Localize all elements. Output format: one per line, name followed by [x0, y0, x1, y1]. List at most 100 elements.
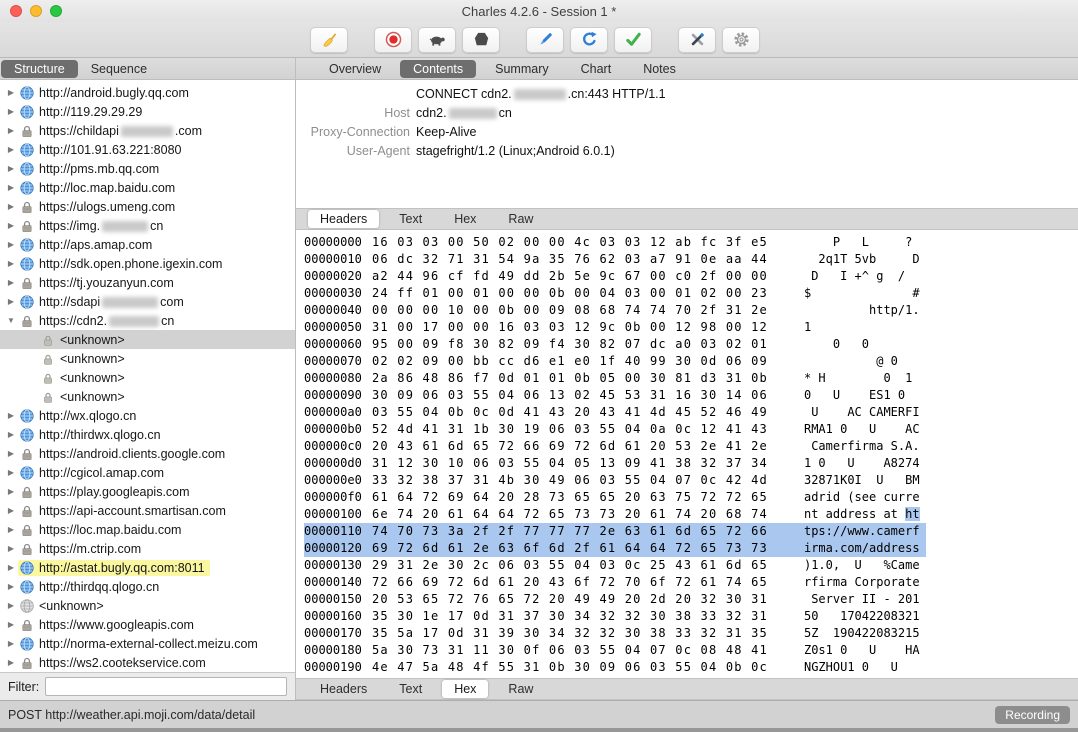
- tree-row[interactable]: ▶ https://android.clients.google.com: [0, 444, 295, 463]
- tree-row[interactable]: ▶ https://loc.map.baidu.com: [0, 520, 295, 539]
- settings-button[interactable]: [722, 26, 760, 53]
- hex-row[interactable]: 00000150 20 53 65 72 76 65 72 20 49 49 20…: [304, 591, 926, 608]
- repeat-button[interactable]: [570, 26, 608, 53]
- disclosure-open-icon[interactable]: ▼: [4, 316, 18, 325]
- disclosure-closed-icon[interactable]: ▶: [4, 582, 18, 591]
- disclosure-closed-icon[interactable]: ▶: [4, 544, 18, 553]
- hex-row[interactable]: 000000b0 52 4d 41 31 1b 30 19 06 03 55 04…: [304, 421, 926, 438]
- hex-row[interactable]: 00000000 16 03 03 00 50 02 00 00 4c 03 03…: [304, 234, 926, 251]
- hex-row[interactable]: 00000090 30 09 06 03 55 04 06 13 02 45 53…: [304, 387, 926, 404]
- filter-input[interactable]: [45, 677, 287, 696]
- tree-row[interactable]: ▶ http://aps.amap.com: [0, 235, 295, 254]
- disclosure-closed-icon[interactable]: ▶: [4, 107, 18, 116]
- tree-row[interactable]: ▶ http://android.bugly.qq.com: [0, 83, 295, 102]
- disclosure-closed-icon[interactable]: ▶: [4, 183, 18, 192]
- disclosure-closed-icon[interactable]: ▶: [4, 430, 18, 439]
- disclosure-closed-icon[interactable]: ▶: [4, 563, 18, 572]
- hex-row[interactable]: 00000020 a2 44 96 cf fd 49 dd 2b 5e 9c 67…: [304, 268, 926, 285]
- clear-session-button[interactable]: [310, 26, 348, 53]
- tree-row[interactable]: ▶ http://101.91.63.221:8080: [0, 140, 295, 159]
- tree-row[interactable]: ▶ https://play.googleapis.com: [0, 482, 295, 501]
- disclosure-closed-icon[interactable]: ▶: [4, 411, 18, 420]
- disclosure-closed-icon[interactable]: ▶: [4, 221, 18, 230]
- hex-row[interactable]: 00000060 95 00 09 f8 30 82 09 f4 30 82 07…: [304, 336, 926, 353]
- hex-row[interactable]: 00000040 00 00 00 10 00 0b 00 09 08 68 74…: [304, 302, 926, 319]
- hex-row[interactable]: 000000d0 31 12 30 10 06 03 55 04 05 13 09…: [304, 455, 926, 472]
- tree-row[interactable]: ▶ http://wx.qlogo.cn: [0, 406, 295, 425]
- hex-row[interactable]: 00000080 2a 86 48 86 f7 0d 01 01 0b 05 00…: [304, 370, 926, 387]
- tree-row[interactable]: <unknown>: [0, 349, 295, 368]
- hex-row[interactable]: 00000180 5a 30 73 31 11 30 0f 06 03 55 04…: [304, 642, 926, 659]
- tree-row[interactable]: ▶ https://img. cn: [0, 216, 295, 235]
- tree-row[interactable]: ▶ https://ws2.cootekservice.com: [0, 653, 295, 672]
- disclosure-closed-icon[interactable]: ▶: [4, 126, 18, 135]
- hex-row[interactable]: 00000100 6e 74 20 61 64 64 72 65 73 73 20…: [304, 506, 926, 523]
- hex-row[interactable]: 00000190 4e 47 5a 48 4f 55 31 0b 30 09 06…: [304, 659, 926, 676]
- tree-row[interactable]: <unknown>: [0, 330, 295, 349]
- tree-row[interactable]: ▶ https://tj.youzanyun.com: [0, 273, 295, 292]
- tree-row[interactable]: ▶ http://thirdqq.qlogo.cn: [0, 577, 295, 596]
- hex-row[interactable]: 00000110 74 70 73 3a 2f 2f 77 77 77 2e 63…: [304, 523, 926, 540]
- disclosure-closed-icon[interactable]: ▶: [4, 620, 18, 629]
- tree-row[interactable]: ▶ http://loc.map.baidu.com: [0, 178, 295, 197]
- disclosure-closed-icon[interactable]: ▶: [4, 164, 18, 173]
- tab-raw[interactable]: Raw: [496, 210, 545, 228]
- tree-row[interactable]: <unknown>: [0, 368, 295, 387]
- tree-row[interactable]: ▶ https://childapi .com: [0, 121, 295, 140]
- response-hex-pane[interactable]: 00000000 16 03 03 00 50 02 00 00 4c 03 03…: [296, 230, 1078, 678]
- hex-row[interactable]: 000000e0 33 32 38 37 31 4b 30 49 06 03 55…: [304, 472, 926, 489]
- disclosure-closed-icon[interactable]: ▶: [4, 88, 18, 97]
- tab-text[interactable]: Text: [387, 680, 434, 698]
- hex-row[interactable]: 00000050 31 00 17 00 00 16 03 03 12 9c 0b…: [304, 319, 926, 336]
- tab-hex[interactable]: Hex: [442, 680, 489, 698]
- tree-row[interactable]: ▶ https://www.googleapis.com: [0, 615, 295, 634]
- disclosure-closed-icon[interactable]: ▶: [4, 658, 18, 667]
- tab-headers[interactable]: Headers: [308, 680, 379, 698]
- record-button[interactable]: [374, 26, 412, 53]
- tree-row[interactable]: ▶ https://m.ctrip.com: [0, 539, 295, 558]
- tab-chart[interactable]: Chart: [568, 60, 625, 78]
- tab-raw[interactable]: Raw: [496, 680, 545, 698]
- tree-row[interactable]: ▶ https://ulogs.umeng.com: [0, 197, 295, 216]
- throttle-button[interactable]: [418, 26, 456, 53]
- disclosure-closed-icon[interactable]: ▶: [4, 487, 18, 496]
- tab-text[interactable]: Text: [387, 210, 434, 228]
- tab-headers[interactable]: Headers: [308, 210, 380, 228]
- tab-hex[interactable]: Hex: [442, 210, 488, 228]
- validate-button[interactable]: [614, 26, 652, 53]
- tools-button[interactable]: [678, 26, 716, 53]
- disclosure-closed-icon[interactable]: ▶: [4, 202, 18, 211]
- tree-row[interactable]: ▶ http://cgicol.amap.com: [0, 463, 295, 482]
- disclosure-closed-icon[interactable]: ▶: [4, 468, 18, 477]
- tree-row[interactable]: ▶ http://pms.mb.qq.com: [0, 159, 295, 178]
- tree-row[interactable]: ▶ http://sdapi com: [0, 292, 295, 311]
- tab-contents[interactable]: Contents: [400, 59, 477, 78]
- tree-row[interactable]: ▶ http://norma-external-collect.meizu.com: [0, 634, 295, 653]
- tree-row[interactable]: ▶ <unknown>: [0, 596, 295, 615]
- tab-overview[interactable]: Overview: [316, 60, 394, 78]
- disclosure-closed-icon[interactable]: ▶: [4, 449, 18, 458]
- tree-row[interactable]: ▼ https://cdn2. cn: [0, 311, 295, 330]
- tab-structure[interactable]: Structure: [1, 59, 78, 78]
- disclosure-closed-icon[interactable]: ▶: [4, 506, 18, 515]
- disclosure-closed-icon[interactable]: ▶: [4, 639, 18, 648]
- tab-sequence[interactable]: Sequence: [78, 60, 160, 78]
- disclosure-closed-icon[interactable]: ▶: [4, 259, 18, 268]
- hex-row[interactable]: 00000010 06 dc 32 71 31 54 9a 35 76 62 03…: [304, 251, 926, 268]
- hex-row[interactable]: 000000a0 03 55 04 0b 0c 0d 41 43 20 43 41…: [304, 404, 926, 421]
- hex-row[interactable]: 000000c0 20 43 61 6d 65 72 66 69 72 6d 61…: [304, 438, 926, 455]
- disclosure-closed-icon[interactable]: ▶: [4, 601, 18, 610]
- disclosure-closed-icon[interactable]: ▶: [4, 240, 18, 249]
- hex-row[interactable]: 00000160 35 30 1e 17 0d 31 37 30 34 32 32…: [304, 608, 926, 625]
- disclosure-closed-icon[interactable]: ▶: [4, 145, 18, 154]
- breakpoints-button[interactable]: [462, 26, 500, 53]
- hex-row[interactable]: 00000030 24 ff 01 00 01 00 00 0b 00 04 03…: [304, 285, 926, 302]
- compose-button[interactable]: [526, 26, 564, 53]
- tree-row[interactable]: ▶ https://api-account.smartisan.com: [0, 501, 295, 520]
- tab-notes[interactable]: Notes: [630, 60, 689, 78]
- tree-row[interactable]: ▶ http://119.29.29.29: [0, 102, 295, 121]
- hex-row[interactable]: 00000070 02 02 09 00 bb cc d6 e1 e0 1f 40…: [304, 353, 926, 370]
- disclosure-closed-icon[interactable]: ▶: [4, 278, 18, 287]
- disclosure-closed-icon[interactable]: ▶: [4, 525, 18, 534]
- disclosure-closed-icon[interactable]: ▶: [4, 297, 18, 306]
